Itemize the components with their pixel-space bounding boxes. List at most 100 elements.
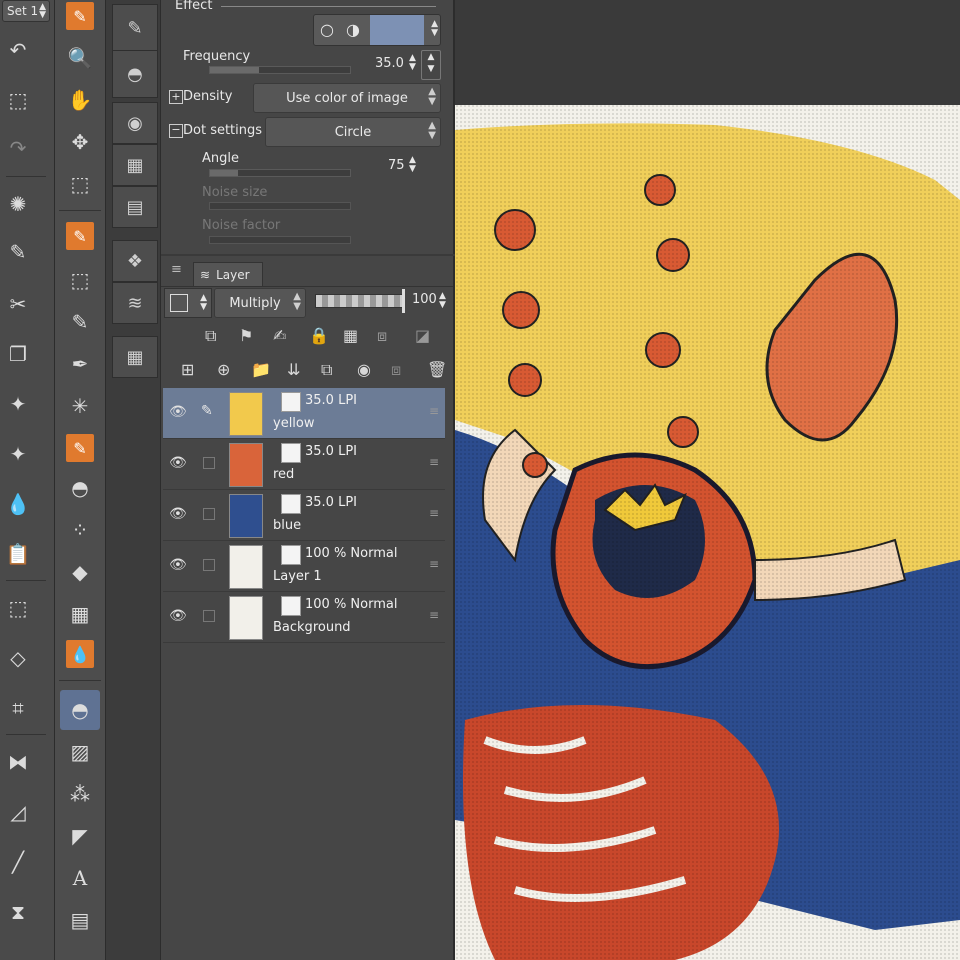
figure-icon[interactable]: ◤ — [60, 818, 100, 854]
new-raster-layer-icon[interactable]: ⊞ — [181, 360, 194, 379]
copy-icon[interactable]: ❐ — [0, 336, 38, 372]
redo-icon[interactable]: ↷ — [0, 130, 38, 166]
film-icon[interactable]: ▤ — [112, 186, 158, 228]
move-icon[interactable]: ✥ — [60, 124, 100, 160]
layer-row[interactable]: 👁 100 % Normal Background ≡ — [163, 592, 445, 643]
layer-select-checkbox[interactable] — [203, 559, 215, 571]
lock-draft-icon[interactable]: ✍ — [273, 326, 286, 345]
drag-handle-icon[interactable]: ≡ — [429, 404, 439, 418]
canvas-area[interactable] — [455, 0, 960, 960]
brush-size-icon[interactable]: ✎ — [112, 4, 158, 52]
expand-density-icon[interactable]: + — [169, 90, 183, 104]
frequency-slider[interactable] — [209, 66, 351, 74]
zoom-icon[interactable]: 🔍 — [60, 40, 100, 76]
layer-row[interactable]: 👁 35.0 LPI blue ≡ — [163, 490, 445, 541]
eye-icon[interactable]: 👁 — [169, 404, 187, 420]
transfer-down-icon[interactable]: ⇊ — [287, 360, 300, 379]
dot-shape-dropdown[interactable]: Circle ▲ ▼ — [265, 117, 441, 147]
drag-handle-icon[interactable]: ≡ — [429, 506, 439, 520]
drag-handle-icon[interactable]: ≡ — [429, 455, 439, 469]
drag-handle-icon[interactable]: ≡ — [429, 557, 439, 571]
chevron-updown-icon[interactable]: ▲ ▼ — [439, 292, 446, 310]
angle-value[interactable]: 75 — [388, 158, 405, 173]
halftone-icon[interactable] — [370, 15, 424, 45]
eyedropper-icon[interactable]: ✎ — [0, 234, 38, 270]
trash-icon[interactable]: 🗑 — [427, 360, 447, 379]
lock-transparency-icon[interactable]: ▦ — [343, 326, 358, 345]
layer-select-checkbox[interactable] — [203, 508, 215, 520]
pen-icon[interactable]: ✎ — [66, 222, 94, 250]
lock-icon[interactable]: 🔒 — [309, 326, 329, 345]
pen-icon[interactable]: ✎ — [66, 434, 94, 462]
free-transform-icon[interactable]: ◇ — [0, 640, 38, 676]
pen-tool-icon[interactable]: ✒ — [60, 346, 100, 382]
gradient-icon[interactable]: ▨ — [60, 734, 100, 770]
mesh-icon[interactable]: ⌗ — [0, 690, 38, 726]
paste-icon[interactable]: 📋 — [0, 536, 38, 572]
layer-color-toggle[interactable]: ▲ ▼ — [164, 288, 212, 318]
menu-icon[interactable]: ≡ — [171, 262, 182, 277]
sparkle-icon[interactable]: ✦ — [0, 436, 38, 472]
eraser-icon[interactable]: ◆ — [60, 554, 100, 590]
eye-icon[interactable]: 👁 — [169, 557, 187, 573]
layer-property-icon[interactable]: ❖ — [112, 240, 158, 282]
apply-mask-icon[interactable]: ⧈ — [391, 360, 401, 380]
color-set-icon[interactable]: ▦ — [112, 144, 158, 186]
layer-row[interactable]: 👁 100 % Normal Layer 1 ≡ — [163, 541, 445, 592]
drops-icon[interactable]: 💧 — [0, 486, 38, 522]
eyedropper-icon[interactable]: ✎ — [60, 304, 100, 340]
fill-icon[interactable]: ◓ — [60, 470, 100, 506]
combine-icon[interactable]: ⧉ — [321, 360, 332, 380]
layer-row[interactable]: 👁 ✎ 35.0 LPI yellow ≡ — [163, 388, 445, 439]
chevron-updown-icon[interactable]: ▲ ▼ — [409, 54, 416, 72]
undo-icon[interactable]: ↶ — [0, 32, 38, 68]
layer-select-checkbox[interactable] — [203, 457, 215, 469]
drag-handle-icon[interactable]: ≡ — [429, 608, 439, 622]
opacity-slider[interactable] — [315, 289, 405, 313]
frequency-value[interactable]: 35.0 — [375, 56, 404, 71]
symmetry-icon[interactable]: ⧗ — [0, 894, 38, 930]
effect-toggle-group[interactable]: ○ ◑ ▲ ▼ — [313, 14, 441, 46]
layer-select-checkbox[interactable] — [203, 610, 215, 622]
line-icon[interactable]: ╱ — [0, 844, 38, 880]
sparkle-icon[interactable]: ✳ — [60, 388, 100, 424]
layers-icon[interactable]: ≋ — [112, 282, 158, 324]
layer-mask-icon[interactable]: ◉ — [357, 360, 371, 379]
clip-layer-icon[interactable]: ⧉ — [205, 326, 216, 346]
layer-row[interactable]: 👁 35.0 LPI red ≡ — [163, 439, 445, 490]
airbrush-icon[interactable]: ⁘ — [60, 512, 100, 548]
tool-property-icon[interactable]: ◓ — [112, 50, 158, 98]
tab-layer[interactable]: ≋ Layer — [193, 262, 263, 286]
transform-icon[interactable]: ⬚ — [0, 82, 38, 118]
reference-layer-icon[interactable]: ⚑ — [239, 326, 253, 345]
text-icon[interactable]: A — [60, 860, 100, 896]
fill-selected-icon[interactable]: ◓ — [60, 690, 100, 730]
color-wheel-icon[interactable]: ◉ — [112, 102, 158, 144]
frame-icon[interactable]: ▤ — [60, 902, 100, 938]
overlap-circle-icon[interactable]: ◑ — [346, 20, 360, 39]
angle-slider[interactable] — [209, 169, 351, 177]
blend-orange-icon[interactable]: 💧 — [66, 640, 94, 668]
chevron-updown-icon[interactable]: ▲ ▼ — [431, 20, 438, 38]
density-dropdown[interactable]: Use color of image ▲ ▼ — [253, 83, 441, 113]
pen-icon[interactable]: ✎ — [66, 2, 94, 30]
navigator-icon[interactable]: ▦ — [112, 336, 158, 378]
sparkle-icon[interactable]: ✦ — [0, 386, 38, 422]
ruler-toggle-icon[interactable]: ◪ — [415, 326, 430, 345]
eye-icon[interactable]: 👁 — [169, 455, 187, 471]
collapse-dot-settings-icon[interactable]: − — [169, 124, 183, 138]
circle-icon[interactable]: ○ — [320, 20, 334, 39]
mask-toggle-icon[interactable]: ⧈ — [377, 326, 387, 346]
blend-icon[interactable]: ▦ — [60, 596, 100, 632]
hand-icon[interactable]: ✋ — [60, 82, 100, 118]
cut-icon[interactable]: ✂ — [0, 286, 38, 322]
ruler-icon[interactable]: ◿ — [0, 794, 38, 830]
frequency-stepper[interactable]: ▲ ▼ — [421, 50, 441, 80]
effect-icon[interactable]: ⁂ — [60, 776, 100, 812]
selection-icon[interactable]: ⬚ — [60, 166, 100, 202]
blend-mode-dropdown[interactable]: Multiply ▲ ▼ — [214, 288, 306, 318]
eye-icon[interactable]: 👁 — [169, 608, 187, 624]
opacity-value[interactable]: 100 — [412, 292, 437, 307]
loading-icon[interactable]: ✺ — [0, 186, 38, 222]
flip-icon[interactable]: ⧓ — [0, 744, 38, 780]
